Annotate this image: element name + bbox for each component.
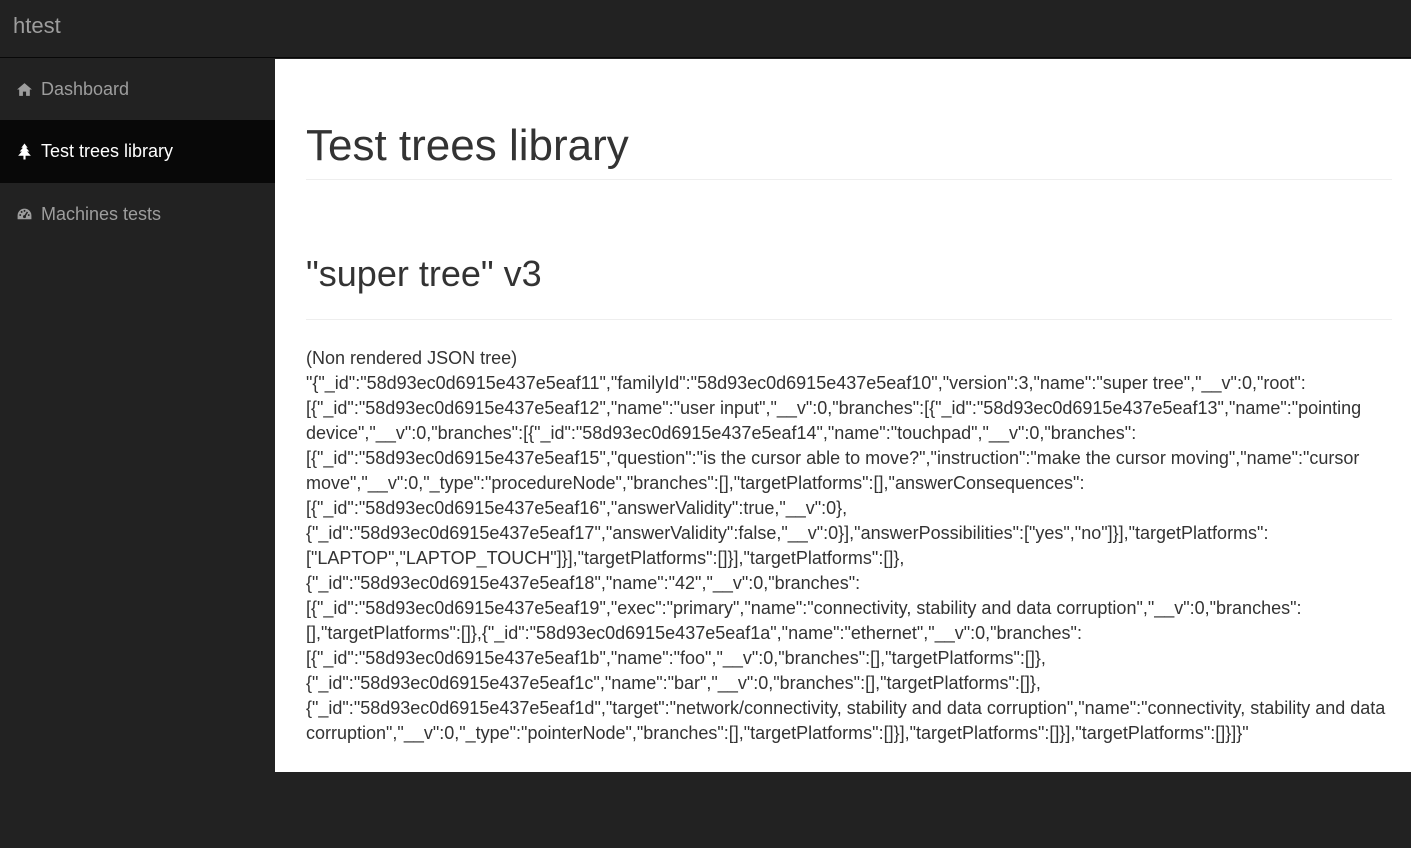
- sidebar-item-test-trees-library[interactable]: Test trees library: [0, 121, 275, 183]
- home-icon: [15, 81, 33, 99]
- dashboard-gauge-icon: [15, 205, 33, 223]
- navbar-brand[interactable]: htest: [13, 13, 61, 39]
- sidebar-item-machines-tests[interactable]: Machines tests: [0, 183, 275, 245]
- tree-title: "super tree" v3: [306, 254, 1392, 320]
- json-text: "{"_id":"58d93ec0d6915e437e5eaf11","fami…: [306, 373, 1386, 743]
- top-navbar: htest: [0, 0, 1411, 58]
- main-content: Test trees library "super tree" v3 (Non …: [275, 59, 1411, 772]
- sidebar-item-label: Machines tests: [41, 203, 162, 224]
- sidebar-item-dashboard[interactable]: Dashboard: [0, 59, 275, 121]
- json-caption: (Non rendered JSON tree): [306, 348, 518, 368]
- sidebar-item-label: Test trees library: [41, 141, 174, 161]
- sidebar-item-label: Dashboard: [41, 79, 130, 99]
- json-tree-block: (Non rendered JSON tree) "{"_id":"58d93e…: [306, 346, 1392, 746]
- page-title: Test trees library: [306, 121, 1392, 180]
- sidebar: Dashboard Test trees library Machines te…: [0, 59, 275, 848]
- tree-icon: [15, 143, 33, 161]
